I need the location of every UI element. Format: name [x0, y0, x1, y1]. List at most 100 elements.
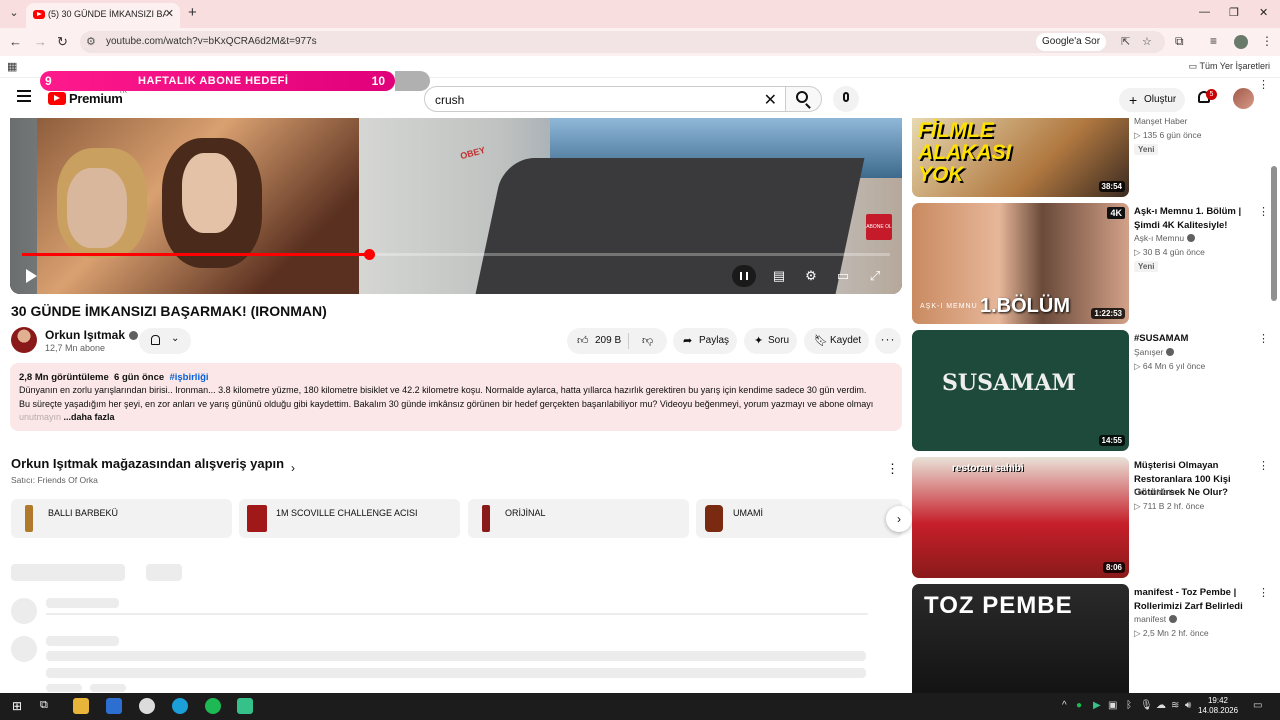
menu-icon[interactable] [17, 90, 31, 102]
play-icon[interactable] [26, 269, 37, 283]
shelf-next-icon[interactable]: › [886, 506, 912, 532]
tray-spotify-icon[interactable]: ● [1076, 700, 1082, 711]
recommendation-more-icon[interactable]: ⋮ [1258, 78, 1269, 91]
install-icon[interactable]: ⇱ [1121, 35, 1130, 48]
clear-search-icon[interactable]: ✕ [764, 90, 777, 110]
task-view-icon[interactable]: ⧉ [40, 699, 56, 715]
recommendation-channel[interactable]: Aşk-ı Memnu [1134, 233, 1196, 243]
recommendation-thumbnail[interactable]: 1.BÖLÜM 4K AŞK-I MEMNU 1:22:53 [912, 203, 1129, 324]
file-explorer-icon[interactable] [73, 698, 89, 714]
start-icon[interactable]: ⊞ [12, 699, 28, 715]
reload-icon[interactable]: ↻ [57, 34, 68, 50]
shop-more-icon[interactable]: ⋮ [886, 461, 899, 477]
product-card[interactable]: UMAMİ [696, 499, 902, 538]
page-scrollbar[interactable] [1271, 166, 1277, 301]
chrome-icon[interactable] [139, 698, 155, 714]
restore-icon[interactable]: ❐ [1229, 6, 1239, 19]
recommendation-more-icon[interactable]: ⋮ [1258, 205, 1269, 218]
channel-name[interactable]: Orkun Işıtmak [45, 328, 139, 342]
channel-name-text[interactable]: Orkun Işıtmak [45, 328, 125, 342]
premium-logo-text[interactable]: Premium [69, 91, 123, 106]
autoplay-toggle[interactable] [732, 265, 756, 287]
share-button[interactable]: ➦ Paylaş [673, 328, 737, 354]
search-input[interactable]: crush ✕ [424, 86, 786, 112]
like-icon[interactable]: 👍︎ [577, 328, 589, 354]
recommendation-thumbnail[interactable]: SUSAMAM 14:55 [912, 330, 1129, 451]
recommendation-channel[interactable]: manifest [1134, 614, 1178, 624]
fullscreen-icon[interactable]: ⤢ [865, 266, 885, 286]
browser-menu-icon[interactable]: ⋮ [1261, 34, 1273, 48]
media-icon[interactable]: ≡ [1210, 34, 1217, 48]
site-info-icon[interactable]: ⚙ [86, 35, 96, 48]
spotify-icon[interactable] [205, 698, 221, 714]
recommendation-thumbnail[interactable]: restoran sahibi 8:06 [912, 457, 1129, 578]
back-icon[interactable]: ← [9, 34, 22, 49]
tray-app-icon[interactable]: ▶ [1093, 700, 1101, 711]
progress-bar[interactable] [22, 249, 890, 260]
more-actions-icon[interactable]: ··· [875, 328, 901, 354]
channel-avatar[interactable] [11, 327, 37, 353]
theater-mode-icon[interactable]: ▭ [833, 266, 853, 286]
tray-icon-3[interactable]: ▣ [1108, 700, 1117, 711]
close-window-icon[interactable]: ✕ [1259, 6, 1268, 19]
like-count[interactable]: 209 B [595, 328, 621, 354]
video-player[interactable]: OBEY ABONE OL ▤ ⚙ ▭ ⤢ [10, 118, 902, 294]
account-avatar[interactable] [1233, 88, 1254, 109]
tray-onedrive-icon[interactable]: ☁ [1156, 700, 1166, 711]
recommendation-title[interactable]: Aşk-ı Memnu 1. Bölüm | Şimdi 4K Kalitesi… [1134, 205, 1252, 232]
recommendation-channel[interactable]: Manşet Haber [1134, 116, 1187, 126]
browser-tab[interactable]: (5) 30 GÜNDE İMKANSIZI BAŞARM ✕ [26, 3, 180, 28]
search-query[interactable]: crush [435, 93, 464, 107]
show-more-link[interactable]: ...daha fazla [64, 412, 115, 422]
voice-search-button[interactable] [833, 86, 859, 112]
tray-bluetooth-icon[interactable]: ᛒ [1126, 700, 1132, 711]
apps-grid-icon[interactable]: ▦ [7, 60, 17, 73]
edge-icon[interactable] [172, 698, 188, 714]
notifications-icon[interactable]: ▭ [1253, 700, 1262, 711]
omnibox[interactable]: ⚙ youtube.com/watch?v=bKxQCRA6d2M&t=977s… [80, 31, 1165, 53]
dislike-icon[interactable]: 👎︎ [642, 328, 653, 354]
recommendation-channel[interactable]: Şanışer [1134, 347, 1175, 357]
volume-icon[interactable]: 🔊︎ [1185, 700, 1191, 711]
product-card[interactable]: BALLI BARBEKÜ [11, 499, 232, 538]
google-sor-button[interactable]: Google'a Sor [1036, 33, 1107, 51]
subscription-bell-button[interactable]: ⌄ [139, 328, 191, 354]
save-button[interactable]: 🔖︎ Kaydet [804, 328, 869, 354]
recommendation-channel[interactable]: Umut Metin [1134, 487, 1177, 497]
recommendation-channel-name[interactable]: manifest [1134, 614, 1166, 624]
recommendation-more-icon[interactable]: ⋮ [1258, 586, 1269, 599]
new-tab-icon[interactable]: + [188, 4, 197, 21]
product-card[interactable]: ORİJİNAL [468, 499, 689, 538]
store-icon[interactable] [106, 698, 122, 714]
forward-icon[interactable]: → [34, 34, 47, 49]
recommendation-thumbnail[interactable]: TOZ PEMBE [912, 584, 1129, 705]
tab-list-icon[interactable]: ⌄ [6, 6, 22, 22]
subtitles-icon[interactable]: ▤ [769, 266, 789, 286]
recommendation-channel-name[interactable]: Aşk-ı Memnu [1134, 233, 1184, 243]
app-icon[interactable] [237, 698, 253, 714]
recommendation-channel-name[interactable]: Manşet Haber [1134, 116, 1187, 126]
search-button[interactable] [786, 86, 822, 112]
subscribe-overlay[interactable]: ABONE OL [866, 214, 892, 240]
settings-gear-icon[interactable]: ⚙ [801, 266, 821, 286]
youtube-logo-icon[interactable] [48, 92, 66, 105]
minimize-icon[interactable]: — [1199, 6, 1210, 18]
wifi-icon[interactable]: ≋ [1171, 700, 1179, 711]
description-box[interactable]: 2,8 Mn görüntüleme 6 gün önce #işbirliği… [10, 363, 902, 431]
chevron-right-icon[interactable]: › [291, 461, 295, 475]
hashtag-link[interactable]: #işbirliği [169, 372, 208, 383]
tray-chevron-icon[interactable]: ^ [1062, 700, 1067, 711]
ask-button[interactable]: ✦ Soru [744, 328, 797, 354]
recommendation-title[interactable]: #SUSAMAM [1134, 332, 1252, 346]
shop-title[interactable]: Orkun Işıtmak mağazasından alışveriş yap… [11, 456, 284, 471]
close-tab-icon[interactable]: ✕ [165, 7, 174, 20]
recommendation-more-icon[interactable]: ⋮ [1258, 332, 1269, 345]
browser-profile-avatar[interactable] [1234, 35, 1248, 49]
bookmark-star-icon[interactable]: ☆ [1142, 35, 1152, 48]
recommendation-channel-name[interactable]: Umut Metin [1134, 487, 1177, 497]
recommendation-more-icon[interactable]: ⋮ [1258, 459, 1269, 472]
extensions-icon[interactable]: ⧉ [1175, 34, 1184, 49]
create-button[interactable]: + Oluştur [1119, 88, 1185, 112]
recommendation-thumbnail[interactable]: FİLMLE ALAKASI YOK 38:54 [912, 118, 1129, 197]
recommendation-title[interactable]: manifest - Toz Pembe | Rollerimizi Zarf … [1134, 586, 1252, 613]
